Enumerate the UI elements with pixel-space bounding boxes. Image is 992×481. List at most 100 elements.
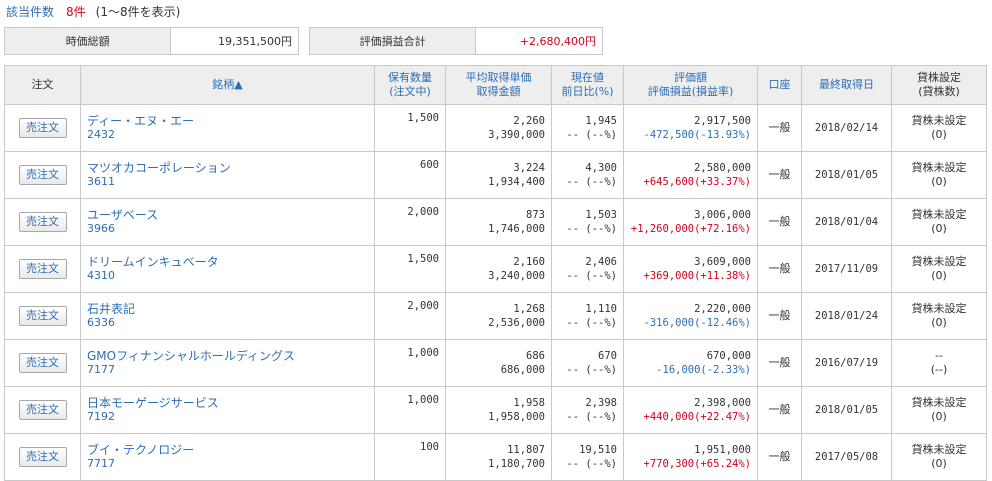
valuation: 2,220,000 — [694, 303, 751, 315]
stock-name-link[interactable]: ブイ・テクノロジー — [87, 443, 368, 457]
price-cell: 4,300 -- (--%) — [551, 151, 624, 199]
last-acquired-date: 2018/01/24 — [801, 292, 892, 340]
stock-name-link[interactable]: 日本モーゲージサービス — [87, 396, 368, 410]
valuation-cell: 2,220,000 -316,000(-12.46%) — [623, 292, 758, 340]
col-last-date[interactable]: 最終取得日 — [801, 65, 892, 105]
valuation: 2,580,000 — [694, 162, 751, 174]
valuation-cell: 670,000 -16,000(-2.33%) — [623, 339, 758, 387]
sell-order-button[interactable]: 売注文 — [18, 400, 67, 420]
stock-code-link[interactable]: 7177 — [87, 363, 368, 377]
day-change: -- (--%) — [566, 458, 617, 470]
col-value[interactable]: 評価額 評価損益(損益率) — [623, 65, 758, 105]
stock-name-link[interactable]: 石井表記 — [87, 302, 368, 316]
lending-setting: -- (--) — [891, 339, 987, 387]
stock-name-link[interactable]: ディー・エヌ・エー — [87, 114, 368, 128]
profit-loss: +440,000(+22.47%) — [643, 411, 751, 423]
profit-loss: +645,600(+33.37%) — [643, 176, 751, 188]
sell-order-button[interactable]: 売注文 — [18, 306, 67, 326]
profit-loss: -472,500(-13.93%) — [643, 129, 751, 141]
holding-row: 売注文 ディー・エヌ・エー 2432 1,500 2,260 3,390,000 1,945… — [4, 104, 987, 152]
stock-cell: マツオカコーポレーション 3611 — [80, 151, 375, 199]
col-account[interactable]: 口座 — [757, 65, 802, 105]
day-change: -- (--%) — [566, 317, 617, 329]
order-cell: 売注文 — [4, 386, 81, 434]
stock-cell: ディー・エヌ・エー 2432 — [80, 104, 375, 152]
current-price: 1,945 — [585, 115, 617, 127]
current-price: 19,510 — [579, 444, 617, 456]
cost-amount: 1,180,700 — [488, 458, 545, 470]
stock-code-link[interactable]: 2432 — [87, 128, 368, 142]
sell-order-button[interactable]: 売注文 — [18, 165, 67, 185]
stock-code-link[interactable]: 7192 — [87, 410, 368, 424]
stock-cell: 石井表記 6336 — [80, 292, 375, 340]
col-avg[interactable]: 平均取得単価 取得金額 — [445, 65, 552, 105]
sell-order-button[interactable]: 売注文 — [18, 259, 67, 279]
last-acquired-date: 2018/02/14 — [801, 104, 892, 152]
valuation: 2,917,500 — [694, 115, 751, 127]
lending-setting: 貸株未設定 (0) — [891, 433, 987, 481]
stock-cell: 日本モーゲージサービス 7192 — [80, 386, 375, 434]
col-name-sort[interactable]: 銘柄▲ — [80, 65, 375, 105]
last-acquired-date: 2018/01/05 — [801, 151, 892, 199]
lending-setting: 貸株未設定 (0) — [891, 151, 987, 199]
holding-row: 売注文 ブイ・テクノロジー 7717 100 11,807 1,180,700 19,510… — [4, 433, 987, 481]
order-cell: 売注文 — [4, 198, 81, 246]
price-cell: 19,510 -- (--%) — [551, 433, 624, 481]
last-acquired-date: 2017/11/09 — [801, 245, 892, 293]
price-cell: 2,406 -- (--%) — [551, 245, 624, 293]
day-change: -- (--%) — [566, 223, 617, 235]
stock-code-link[interactable]: 7717 — [87, 457, 368, 471]
stock-name-link[interactable]: マツオカコーポレーション — [87, 161, 368, 175]
lending-setting: 貸株未設定 (0) — [891, 386, 987, 434]
avg-price: 1,268 — [513, 303, 545, 315]
sell-order-button[interactable]: 売注文 — [18, 353, 67, 373]
avg-price: 3,224 — [513, 162, 545, 174]
quantity: 100 — [374, 433, 446, 481]
lending-setting: 貸株未設定 (0) — [891, 198, 987, 246]
avg-cost-cell: 686 686,000 — [445, 339, 552, 387]
profit-loss: +1,260,000(+72.16%) — [630, 223, 751, 235]
col-qty[interactable]: 保有数量 (注文中) — [374, 65, 446, 105]
cost-amount: 1,958,000 — [488, 411, 545, 423]
avg-cost-cell: 1,268 2,536,000 — [445, 292, 552, 340]
sell-order-button[interactable]: 売注文 — [18, 118, 67, 138]
holding-row: 売注文 GMOフィナンシャルホールディングス 7177 1,000 686 686,000… — [4, 339, 987, 387]
stock-code-link[interactable]: 4310 — [87, 269, 368, 283]
stock-name-link[interactable]: GMOフィナンシャルホールディングス — [87, 349, 368, 363]
current-price: 2,406 — [585, 256, 617, 268]
sell-order-button[interactable]: 売注文 — [18, 447, 67, 467]
result-count-label: 該当件数 — [6, 5, 55, 19]
order-cell: 売注文 — [4, 292, 81, 340]
valuation: 670,000 — [706, 350, 751, 362]
order-cell: 売注文 — [4, 245, 81, 293]
quantity: 1,500 — [374, 104, 446, 152]
market-value-label: 時価総額 — [5, 28, 172, 54]
sell-order-button[interactable]: 売注文 — [18, 212, 67, 232]
stock-cell: ブイ・テクノロジー 7717 — [80, 433, 375, 481]
col-price[interactable]: 現在値 前日比(%) — [551, 65, 624, 105]
lending-setting: 貸株未設定 (0) — [891, 292, 987, 340]
stock-code-link[interactable]: 3611 — [87, 175, 368, 189]
price-cell: 1,503 -- (--%) — [551, 198, 624, 246]
last-acquired-date: 2016/07/19 — [801, 339, 892, 387]
stock-name-link[interactable]: ドリームインキュベータ — [87, 255, 368, 269]
current-price: 4,300 — [585, 162, 617, 174]
avg-cost-cell: 11,807 1,180,700 — [445, 433, 552, 481]
avg-price: 2,260 — [513, 115, 545, 127]
account-type: 一般 — [757, 151, 802, 199]
stock-code-link[interactable]: 6336 — [87, 316, 368, 330]
current-price: 1,503 — [585, 209, 617, 221]
current-price: 670 — [598, 350, 617, 362]
stock-code-link[interactable]: 3966 — [87, 222, 368, 236]
stock-name-link[interactable]: ユーザベース — [87, 208, 368, 222]
account-type: 一般 — [757, 433, 802, 481]
order-cell: 売注文 — [4, 104, 81, 152]
valuation: 3,609,000 — [694, 256, 751, 268]
quantity: 600 — [374, 151, 446, 199]
market-value: 19,351,500円 — [171, 28, 298, 54]
current-price: 1,110 — [585, 303, 617, 315]
holding-row: 売注文 ドリームインキュベータ 4310 1,500 2,160 3,240,000 2,4… — [4, 245, 987, 293]
avg-price: 873 — [526, 209, 545, 221]
valuation-cell: 3,006,000 +1,260,000(+72.16%) — [623, 198, 758, 246]
result-range: (1～8件を表示) — [95, 5, 181, 19]
